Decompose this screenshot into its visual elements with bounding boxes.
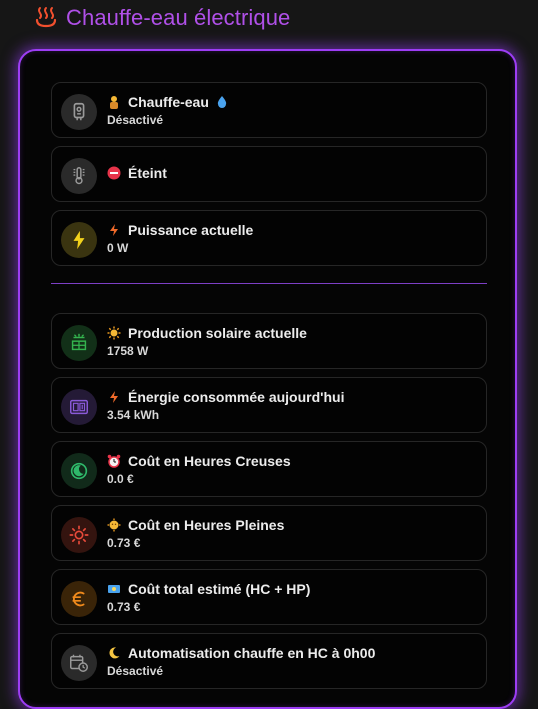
sun-icon [61,517,97,553]
entity-state: 0.0 € [107,472,134,486]
entity-row-energy[interactable]: Énergie consommée aujourd'hui 3.54 kWh [51,377,487,433]
sun-face-emoji [107,518,121,532]
droplet-emoji [215,95,229,109]
moon-icon [61,453,97,489]
entity-row-automation[interactable]: Automatisation chauffe en HC à 0h00 Désa… [51,633,487,689]
divider [51,283,487,284]
entity-row-solar[interactable]: Production solaire actuelle 1758 W [51,313,487,369]
flash-icon [61,222,97,258]
entity-row-off-peak-cost[interactable]: Coût en Heures Creuses 0.0 € [51,441,487,497]
page-title: Chauffe-eau électrique [66,5,291,30]
euro-icon [61,581,97,617]
entity-state: 0 W [107,241,129,255]
calendar-clock-icon [61,645,97,681]
water-heater-card: Chauffe-eau Désactivé Éteint Puissance a… [18,49,517,709]
entity-row-water-heater[interactable]: Chauffe-eau Désactivé [51,82,487,138]
entity-row-peak-cost[interactable]: Coût en Heures Pleines 0.73 € [51,505,487,561]
entity-row-thermostat[interactable]: Éteint [51,146,487,202]
entity-name: Production solaire actuelle [107,325,307,341]
sun-emoji [107,326,121,340]
entity-state: 1758 W [107,344,149,358]
entity-state: Désactivé [107,664,164,678]
meter-icon [61,389,97,425]
entity-row-total-cost[interactable]: Coût total estimé (HC + HP) 0.73 € [51,569,487,625]
header: Chauffe-eau électrique [34,2,290,34]
lightning-emoji [107,223,121,237]
entity-name: Coût en Heures Pleines [107,517,284,533]
entity-name: Énergie consommée aujourd'hui [107,389,344,405]
entity-name: Coût total estimé (HC + HP) [107,581,310,597]
entity-name: Coût en Heures Creuses [107,453,291,469]
hot-springs-icon [35,7,57,28]
entity-row-power[interactable]: Puissance actuelle 0 W [51,210,487,266]
plumber-emoji [107,95,121,109]
thermometer-icon [61,158,97,194]
entity-state: 3.54 kWh [107,408,160,422]
entity-name: Chauffe-eau [107,94,229,110]
money-emoji [107,582,121,596]
alarm-clock-emoji [107,454,121,468]
lightning-emoji [107,390,121,404]
entity-name: Automatisation chauffe en HC à 0h00 [107,645,375,661]
solar-panel-icon [61,325,97,361]
crescent-moon-emoji [107,646,121,660]
entity-name: Éteint [107,165,167,181]
entity-state: Désactivé [107,113,164,127]
entity-state: 0.73 € [107,600,141,614]
no-entry-emoji [107,166,121,180]
entity-name: Puissance actuelle [107,222,253,238]
water-heater-icon [61,94,97,130]
entity-state: 0.73 € [107,536,141,550]
